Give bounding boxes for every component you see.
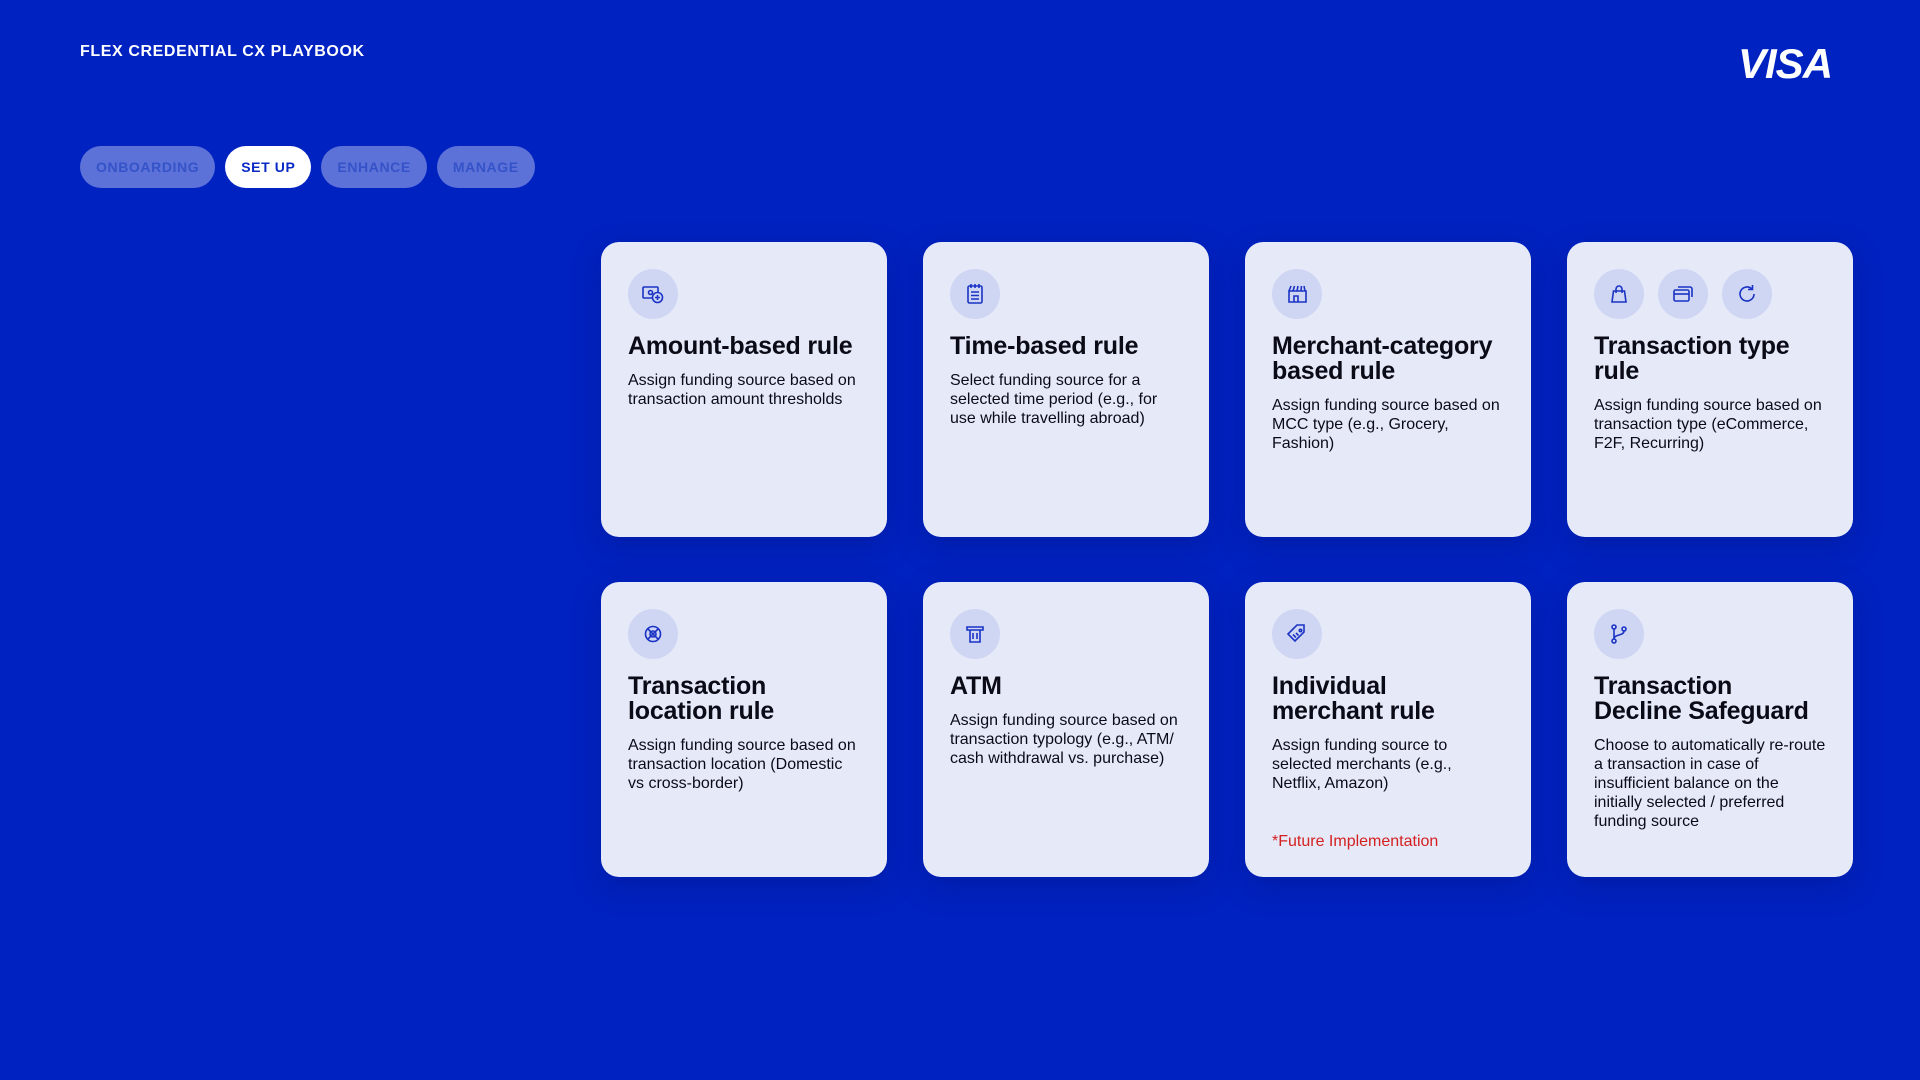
card-description: Assign funding source to selected mercha… xyxy=(1272,737,1452,792)
card-time-based-rule[interactable]: Time-based rule Select funding source fo… xyxy=(923,242,1209,537)
playbook-title: FLEX CREDENTIAL CX PLAYBOOK xyxy=(80,43,365,60)
card-transaction-type-rule[interactable]: Transaction type rule Assign funding sou… xyxy=(1567,242,1853,537)
card-description: Assign funding source based on MCC type … xyxy=(1272,397,1500,452)
card-description: Choose to automatically re-route a trans… xyxy=(1594,737,1826,830)
refresh-icon xyxy=(1722,269,1772,319)
card-title: Transaction location rule xyxy=(628,672,775,725)
card-transaction-location-rule[interactable]: Transaction location rule Assign funding… xyxy=(601,582,887,877)
card-title: Transaction type rule xyxy=(1594,332,1790,385)
branch-icon xyxy=(1594,609,1644,659)
storefront-icon xyxy=(1272,269,1322,319)
tab-manage[interactable]: MANAGE xyxy=(436,146,535,188)
tab-enhance[interactable]: ENHANCE xyxy=(321,146,427,188)
location-icon xyxy=(628,609,678,659)
card-title: Transaction Decline Safeguard xyxy=(1594,672,1809,725)
card-title: ATM xyxy=(950,672,1002,700)
calendar-icon xyxy=(950,269,1000,319)
card-description: Assign funding source based on transacti… xyxy=(628,737,856,792)
tab-onboarding[interactable]: ONBOARDING xyxy=(80,146,216,188)
card-description: Select funding source for a selected tim… xyxy=(950,372,1158,427)
card-title: Amount-based rule xyxy=(628,332,853,360)
tab-set-up[interactable]: SET UP xyxy=(225,146,312,188)
card-amount-based-rule[interactable]: Amount-based rule Assign funding source … xyxy=(601,242,887,537)
card-transaction-decline-safeguard[interactable]: Transaction Decline Safeguard Choose to … xyxy=(1567,582,1853,877)
card-icon xyxy=(1658,269,1708,319)
page: FLEX CREDENTIAL CX PLAYBOOK VISA ONBOARD… xyxy=(0,0,1920,1080)
atm-icon xyxy=(950,609,1000,659)
section-tabs: ONBOARDING SET UP ENHANCE MANAGE xyxy=(80,146,535,188)
visa-logo: VISA xyxy=(1738,40,1833,87)
card-description: Assign funding source based on transacti… xyxy=(1594,397,1822,452)
card-individual-merchant-rule[interactable]: Individual merchant rule Assign funding … xyxy=(1245,582,1531,877)
future-implementation-note: *Future Implementation xyxy=(1272,833,1439,850)
card-atm[interactable]: ATM Assign funding source based on trans… xyxy=(923,582,1209,877)
card-merchant-category-rule[interactable]: Merchant-category based rule Assign fund… xyxy=(1245,242,1531,537)
shopping-bag-icon xyxy=(1594,269,1644,319)
card-description: Assign funding source based on transacti… xyxy=(628,372,856,408)
card-title: Time-based rule xyxy=(950,332,1139,360)
card-title: Individual merchant rule xyxy=(1272,672,1435,725)
card-title: Merchant-category based rule xyxy=(1272,332,1493,385)
amount-money-icon xyxy=(628,269,678,319)
card-description: Assign funding source based on transacti… xyxy=(950,712,1178,767)
tag-icon xyxy=(1272,609,1322,659)
